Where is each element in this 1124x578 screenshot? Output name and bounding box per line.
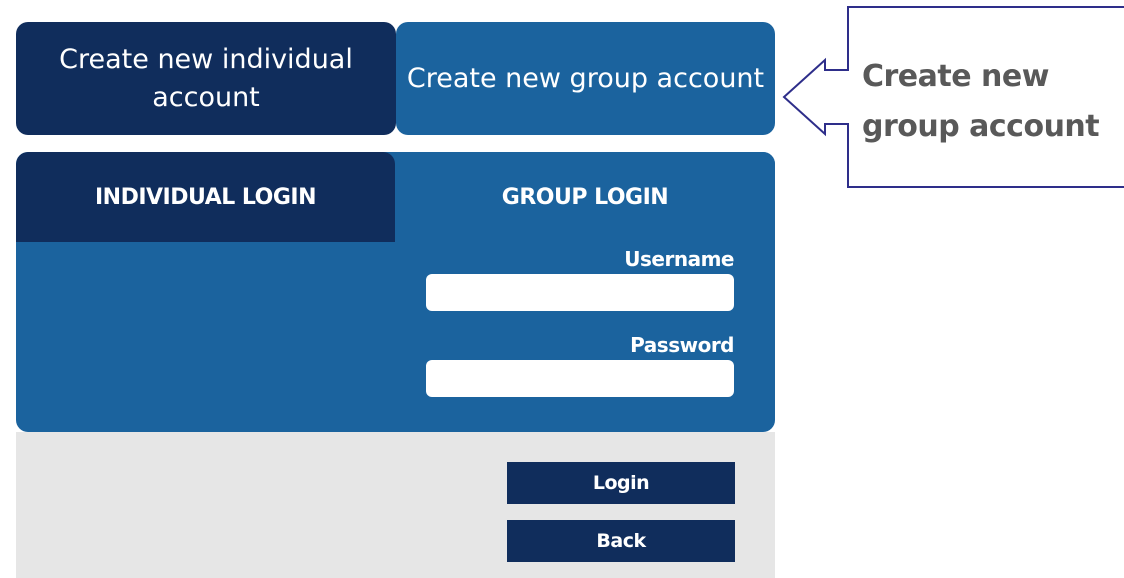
create-individual-account-button[interactable]: Create new individual account (16, 22, 396, 135)
create-individual-account-label: Create new individual account (59, 43, 353, 113)
login-panel: INDIVIDUAL LOGIN GROUP LOGIN Username Pa… (16, 152, 775, 432)
tab-individual-login[interactable]: INDIVIDUAL LOGIN (16, 152, 395, 242)
password-input[interactable] (426, 360, 734, 397)
login-button[interactable]: Login (507, 462, 735, 504)
create-group-account-button[interactable]: Create new group account (396, 22, 775, 135)
screenshot-stage: Create new individual account Create new… (0, 0, 1124, 578)
password-label: Password (630, 333, 734, 357)
callout-text: Create new group account (862, 59, 1100, 144)
back-button[interactable]: Back (507, 520, 735, 562)
username-label: Username (624, 247, 734, 271)
tab-group-login-label: GROUP LOGIN (501, 184, 669, 210)
tab-group-login[interactable]: GROUP LOGIN (395, 152, 775, 242)
create-group-account-label: Create new group account (406, 62, 765, 94)
username-input[interactable] (426, 274, 734, 311)
action-area: Login Back (16, 432, 775, 578)
tab-individual-login-label: INDIVIDUAL LOGIN (94, 184, 317, 210)
